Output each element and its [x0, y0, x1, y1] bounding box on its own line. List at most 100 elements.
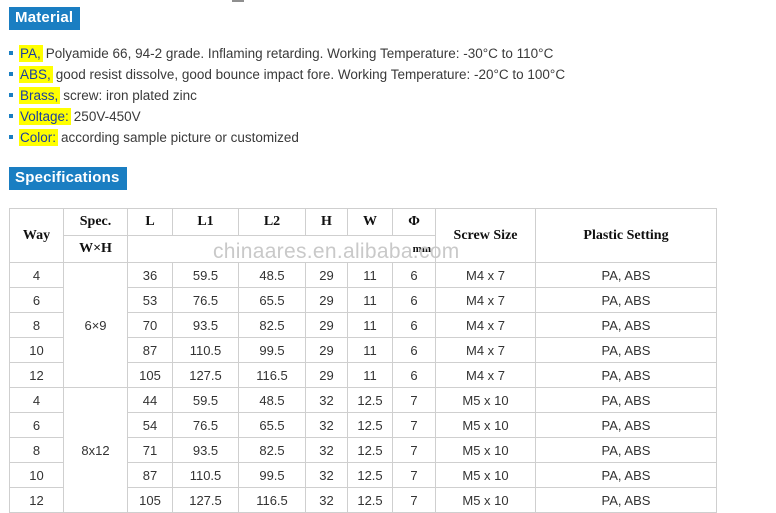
- list-item: ABS, good resist dissolve, good bounce i…: [9, 66, 749, 87]
- cell-way: 6: [9, 412, 64, 438]
- cell-spec: 6×9: [63, 262, 128, 388]
- cell-way: 12: [9, 362, 64, 388]
- cell-l2: 65.5: [238, 287, 306, 313]
- cell-screw-size: M5 x 10: [435, 412, 536, 438]
- cell-l1: 93.5: [172, 312, 239, 338]
- cell-plastic-setting: PA, ABS: [535, 412, 717, 438]
- col-header-l1: L1: [172, 208, 239, 236]
- cell-l: 87: [127, 337, 173, 363]
- cell-screw-size: M5 x 10: [435, 487, 536, 513]
- cell-phi: 6: [392, 337, 436, 363]
- cell-l: 44: [127, 387, 173, 413]
- bullet-text: according sample picture or customized: [61, 130, 299, 145]
- cell-h: 32: [305, 462, 348, 488]
- bullet-square-icon: [9, 93, 13, 97]
- cell-spec: 8x12: [63, 387, 128, 513]
- cell-l: 53: [127, 287, 173, 313]
- col-header-way: Way: [9, 208, 64, 263]
- col-header-screw-size: Screw Size: [435, 208, 536, 263]
- cell-l: 87: [127, 462, 173, 488]
- cell-way: 10: [9, 337, 64, 363]
- bullet-keyword: ABS,: [19, 66, 53, 83]
- cell-phi: 7: [392, 387, 436, 413]
- col-header-h: H: [305, 208, 348, 236]
- cell-plastic-setting: PA, ABS: [535, 287, 717, 313]
- cell-w: 11: [347, 287, 393, 313]
- cell-screw-size: M4 x 7: [435, 287, 536, 313]
- cell-w: 11: [347, 312, 393, 338]
- cell-way: 8: [9, 312, 64, 338]
- cell-h: 29: [305, 287, 348, 313]
- clipped-edge-artifact: [232, 0, 244, 2]
- bullet-square-icon: [9, 114, 13, 118]
- cell-h: 29: [305, 262, 348, 288]
- cell-h: 29: [305, 312, 348, 338]
- material-bullet-list: PA, Polyamide 66, 94-2 grade. Inflaming …: [9, 45, 749, 150]
- cell-l1: 93.5: [172, 437, 239, 463]
- list-item: Voltage: 250V-450V: [9, 108, 749, 129]
- cell-h: 29: [305, 362, 348, 388]
- bullet-text: screw: iron plated zinc: [63, 88, 197, 103]
- cell-l1: 59.5: [172, 387, 239, 413]
- cell-phi: 7: [392, 437, 436, 463]
- cell-way: 6: [9, 287, 64, 313]
- cell-l: 105: [127, 487, 173, 513]
- table-header-row-1: Way Spec. L L1 L2 H W Φ Screw Size Plast…: [9, 208, 717, 263]
- cell-l1: 127.5: [172, 362, 239, 388]
- bullet-square-icon: [9, 72, 13, 76]
- cell-way: 4: [9, 387, 64, 413]
- table-header: Way Spec. L L1 L2 H W Φ Screw Size Plast…: [9, 208, 717, 263]
- cell-w: 12.5: [347, 437, 393, 463]
- col-header-l: L: [127, 208, 173, 236]
- cell-l: 36: [127, 262, 173, 288]
- cell-l1: 76.5: [172, 412, 239, 438]
- cell-l1: 59.5: [172, 262, 239, 288]
- cell-w: 12.5: [347, 412, 393, 438]
- cell-way: 4: [9, 262, 64, 288]
- cell-l: 71: [127, 437, 173, 463]
- cell-h: 29: [305, 337, 348, 363]
- cell-l1: 76.5: [172, 287, 239, 313]
- cell-w: 11: [347, 337, 393, 363]
- cell-plastic-setting: PA, ABS: [535, 387, 717, 413]
- cell-w: 12.5: [347, 387, 393, 413]
- cell-l1: 110.5: [172, 337, 239, 363]
- cell-l1: 110.5: [172, 462, 239, 488]
- cell-plastic-setting: PA, ABS: [535, 487, 717, 513]
- bullet-text: 250V-450V: [73, 109, 141, 124]
- list-item: Brass, screw: iron plated zinc: [9, 87, 749, 108]
- cell-screw-size: M5 x 10: [435, 387, 536, 413]
- bullet-text: good resist dissolve, good bounce impact…: [55, 67, 566, 82]
- bullet-keyword: Brass,: [19, 87, 61, 104]
- cell-h: 32: [305, 487, 348, 513]
- cell-l: 105: [127, 362, 173, 388]
- col-header-spec: Spec.: [63, 208, 128, 236]
- bullet-keyword: Voltage:: [19, 108, 71, 125]
- col-header-plastic-setting: Plastic Setting: [535, 208, 717, 263]
- section-badge-material: Material: [9, 7, 81, 30]
- cell-phi: 6: [392, 362, 436, 388]
- cell-screw-size: M4 x 7: [435, 312, 536, 338]
- cell-w: 12.5: [347, 462, 393, 488]
- cell-plastic-setting: PA, ABS: [535, 312, 717, 338]
- list-item: Color: according sample picture or custo…: [9, 129, 749, 150]
- cell-h: 32: [305, 412, 348, 438]
- table-row: 4 8x12 44 59.5 48.5 32 12.5 7 M5 x 10 PA, ABS: [9, 387, 717, 513]
- cell-l2: 116.5: [238, 487, 306, 513]
- cell-l1: 127.5: [172, 487, 239, 513]
- cell-w: 11: [347, 262, 393, 288]
- cell-l2: 99.5: [238, 337, 306, 363]
- cell-screw-size: M5 x 10: [435, 437, 536, 463]
- cell-plastic-setting: PA, ABS: [535, 462, 717, 488]
- cell-l2: 48.5: [238, 387, 306, 413]
- cell-l2: 99.5: [238, 462, 306, 488]
- bullet-keyword: PA,: [19, 45, 43, 62]
- col-header-w: W: [347, 208, 393, 236]
- cell-screw-size: M5 x 10: [435, 462, 536, 488]
- cell-plastic-setting: PA, ABS: [535, 337, 717, 363]
- cell-w: 11: [347, 362, 393, 388]
- cell-phi: 6: [392, 312, 436, 338]
- bullet-square-icon: [9, 135, 13, 139]
- col-header-spec-sub: W×H: [63, 235, 128, 263]
- cell-l: 54: [127, 412, 173, 438]
